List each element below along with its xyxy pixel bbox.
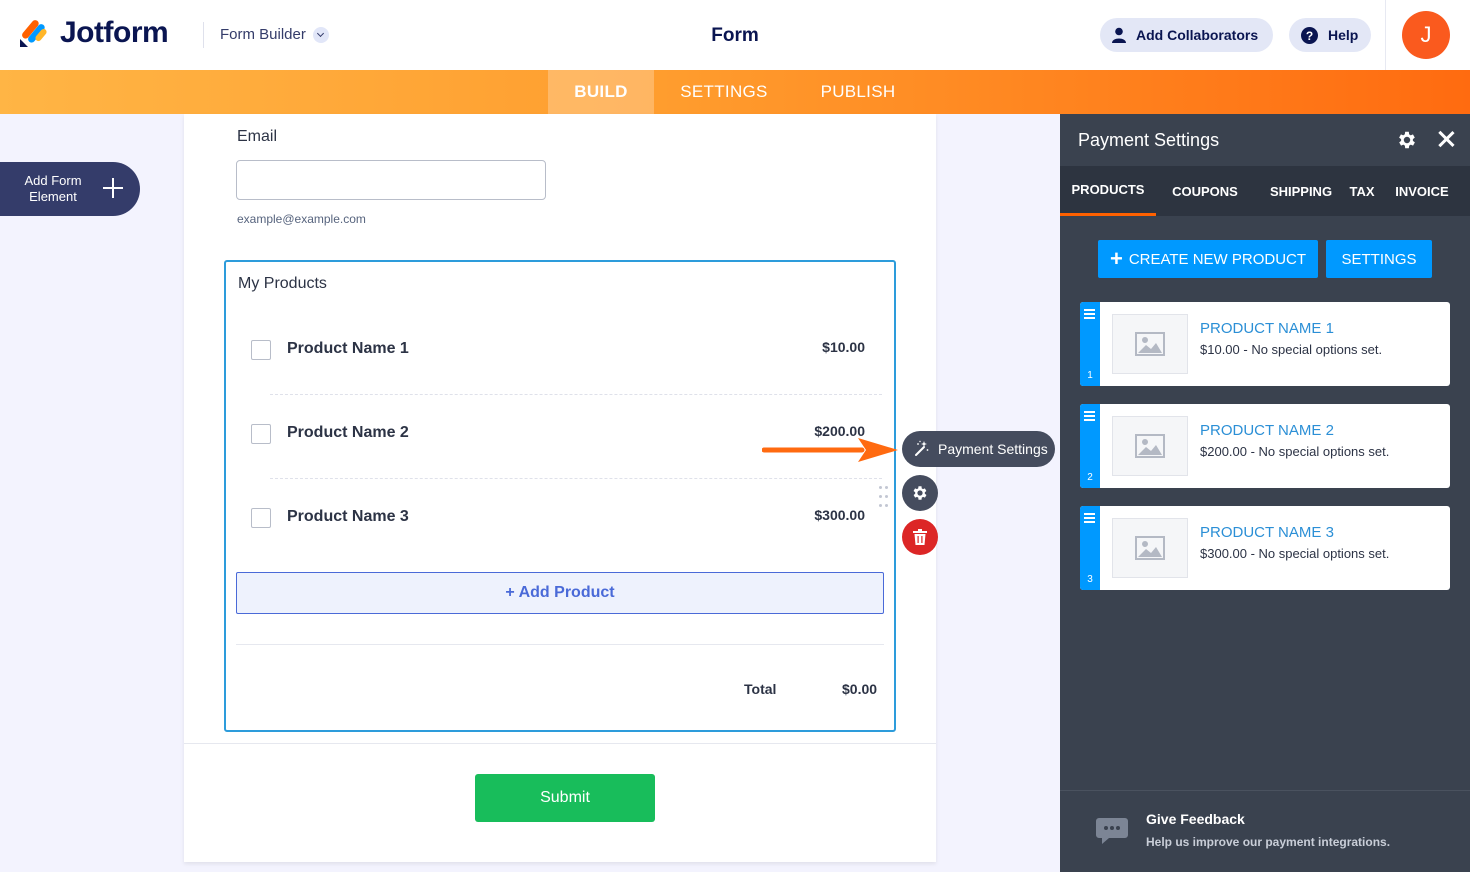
svg-text:?: ?: [1306, 29, 1313, 43]
create-new-product-button[interactable]: + CREATE NEW PRODUCT: [1098, 240, 1318, 278]
email-sublabel: example@example.com: [237, 212, 366, 226]
add-form-element-label: Add Form Element: [24, 173, 82, 204]
product-checkbox[interactable]: [251, 340, 271, 360]
product-card[interactable]: 2 PRODUCT NAME 2 $200.00 - No special op…: [1080, 404, 1450, 488]
create-new-product-label: CREATE NEW PRODUCT: [1128, 250, 1307, 268]
product-name: Product Name 1: [287, 340, 409, 357]
tab-invoice[interactable]: INVOICE: [1390, 166, 1454, 216]
tab-coupons[interactable]: COUPONS: [1164, 166, 1246, 216]
product-card[interactable]: 1 PRODUCT NAME 1 $10.00 - No special opt…: [1080, 302, 1450, 386]
panel-tabs: PRODUCTS COUPONS SHIPPING TAX INVOICE: [1060, 166, 1470, 216]
arrow-annotation-payment: [762, 438, 898, 462]
add-collaborators-label: Add Collaborators: [1136, 27, 1259, 43]
header-divider-right: [1385, 0, 1386, 70]
hamburger-icon: [1084, 411, 1095, 423]
field-properties-button[interactable]: [902, 475, 938, 511]
total-value: $0.00: [842, 681, 878, 697]
add-product-button[interactable]: + Add Product: [236, 572, 884, 614]
payment-settings-label: Payment Settings: [938, 441, 1048, 457]
product-card-name: PRODUCT NAME 3: [1200, 524, 1334, 541]
product-divider: [270, 478, 882, 479]
image-placeholder-icon: [1112, 314, 1188, 374]
product-checkbox[interactable]: [251, 508, 271, 528]
product-card-desc: $300.00 - No special options set.: [1200, 546, 1390, 561]
help-button[interactable]: ? Help: [1289, 18, 1371, 52]
close-icon[interactable]: [1436, 129, 1456, 149]
form-canvas: Email example@example.com My Products Pr…: [184, 114, 936, 862]
give-feedback[interactable]: Give Feedback Help us improve our paymen…: [1060, 790, 1470, 872]
drag-handle-icon[interactable]: [879, 486, 889, 508]
gear-icon: [913, 486, 927, 500]
help-label: Help: [1328, 27, 1359, 43]
products-title: My Products: [238, 275, 327, 292]
add-collaborators-button[interactable]: Add Collaborators: [1100, 18, 1273, 52]
plus-icon: [102, 177, 124, 199]
product-card-name: PRODUCT NAME 2: [1200, 422, 1334, 439]
user-icon: [1112, 27, 1126, 43]
product-card-desc: $10.00 - No special options set.: [1200, 342, 1383, 357]
drag-handle[interactable]: 2: [1080, 404, 1100, 488]
drag-handle[interactable]: 1: [1080, 302, 1100, 386]
payment-settings-panel: Payment Settings PRODUCTS COUPONS SHIPPI…: [1060, 114, 1470, 872]
feedback-subtitle: Help us improve our payment integrations…: [1146, 835, 1391, 849]
image-placeholder-icon: [1112, 416, 1188, 476]
jotform-builder: Jotform Form Builder Form Add Collaborat…: [0, 0, 1470, 872]
trash-icon: [913, 529, 927, 545]
help-icon: ?: [1301, 26, 1318, 44]
product-card[interactable]: 3 PRODUCT NAME 3 $300.00 - No special op…: [1080, 506, 1450, 590]
tab-publish[interactable]: PUBLISH: [800, 70, 916, 114]
delete-field-button[interactable]: [902, 519, 938, 555]
tab-shipping[interactable]: SHIPPING: [1264, 166, 1338, 216]
magic-wand-icon: [912, 440, 930, 458]
product-divider: [270, 394, 882, 395]
product-price: $300.00: [814, 507, 865, 523]
hamburger-icon: [1084, 309, 1095, 321]
submit-button[interactable]: Submit: [475, 774, 655, 822]
my-products-field[interactable]: My Products Product Name 1 $10.00 Produc…: [224, 260, 896, 732]
drag-handle[interactable]: 3: [1080, 506, 1100, 590]
feedback-title: Give Feedback: [1146, 811, 1245, 827]
tab-build[interactable]: BUILD: [548, 70, 654, 114]
total-divider: [236, 644, 884, 645]
add-form-element-button[interactable]: Add Form Element: [0, 162, 140, 216]
tab-tax[interactable]: TAX: [1342, 166, 1382, 216]
submit-divider: [184, 743, 936, 744]
product-card-desc: $200.00 - No special options set.: [1200, 444, 1390, 459]
image-placeholder-icon: [1112, 518, 1188, 578]
panel-settings-button[interactable]: [1396, 129, 1418, 156]
tab-products[interactable]: PRODUCTS: [1060, 166, 1156, 216]
plus-icon: +: [1109, 246, 1123, 271]
email-field[interactable]: [236, 160, 546, 200]
product-checkbox[interactable]: [251, 424, 271, 444]
chat-bubble-icon: [1095, 816, 1129, 851]
panel-title: Payment Settings: [1078, 130, 1220, 150]
user-avatar[interactable]: J: [1402, 11, 1450, 59]
panel-header: Payment Settings: [1060, 114, 1470, 166]
email-label: Email: [237, 128, 278, 145]
top-header: Jotform Form Builder Form Add Collaborat…: [0, 0, 1470, 70]
product-index: 2: [1087, 472, 1093, 483]
product-index: 1: [1087, 370, 1093, 381]
product-index: 3: [1087, 574, 1093, 585]
product-row: Product Name 1 $10.00: [251, 330, 871, 370]
hamburger-icon: [1084, 513, 1095, 525]
product-row: Product Name 3 $300.00: [251, 498, 871, 538]
payment-settings-button[interactable]: Payment Settings: [902, 431, 1055, 467]
gear-icon: [1399, 131, 1415, 149]
product-price: $10.00: [822, 339, 865, 355]
builder-tab-bar: BUILD SETTINGS PUBLISH: [0, 70, 1470, 114]
tab-settings[interactable]: SETTINGS: [660, 70, 788, 114]
product-name: Product Name 3: [287, 508, 409, 525]
total-label: Total: [744, 681, 777, 697]
payment-settings-tab-button[interactable]: SETTINGS: [1326, 240, 1432, 278]
product-card-name: PRODUCT NAME 1: [1200, 320, 1334, 337]
product-name: Product Name 2: [287, 424, 409, 441]
